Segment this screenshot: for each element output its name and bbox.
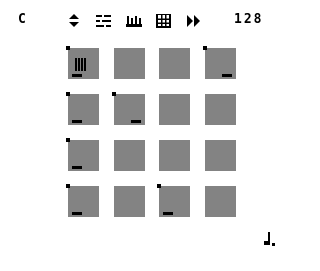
note-label[interactable]: C bbox=[18, 13, 27, 26]
piano-keys-icon[interactable] bbox=[126, 14, 142, 28]
pad-level-bar bbox=[72, 212, 82, 215]
pad[interactable] bbox=[205, 94, 236, 125]
pad[interactable] bbox=[159, 94, 190, 125]
pad[interactable] bbox=[157, 184, 190, 217]
pad[interactable] bbox=[203, 46, 236, 79]
pad-active-marker bbox=[66, 46, 70, 50]
fast-forward-icon[interactable] bbox=[186, 14, 202, 28]
pad[interactable] bbox=[114, 140, 145, 171]
grid-icon[interactable] bbox=[156, 14, 172, 28]
pad[interactable] bbox=[159, 140, 190, 171]
pad-active-marker bbox=[66, 92, 70, 96]
pad-active-marker bbox=[66, 138, 70, 142]
pad-active-marker bbox=[112, 92, 116, 96]
pad-active-marker bbox=[203, 46, 207, 50]
sequence-icon[interactable] bbox=[96, 14, 112, 28]
pad[interactable] bbox=[66, 92, 99, 125]
pad-level-bar bbox=[72, 166, 82, 169]
pad[interactable] bbox=[205, 140, 236, 171]
pad-level-bar bbox=[131, 120, 141, 123]
pad[interactable] bbox=[114, 48, 145, 79]
sort-arrows-icon[interactable] bbox=[66, 14, 82, 28]
pad-active-marker bbox=[66, 184, 70, 188]
pad[interactable] bbox=[66, 46, 99, 79]
pad-level-bar bbox=[72, 74, 82, 77]
tempo-display[interactable]: 128 bbox=[234, 13, 263, 26]
pad[interactable] bbox=[112, 92, 145, 125]
pad[interactable] bbox=[66, 138, 99, 171]
pad-sequencer-screen: C 128 bbox=[0, 0, 300, 271]
pad-level-bar bbox=[72, 120, 82, 123]
pad[interactable] bbox=[66, 184, 99, 217]
pad-level-bar bbox=[163, 212, 173, 215]
music-note-icon[interactable] bbox=[263, 231, 277, 247]
pad[interactable] bbox=[205, 186, 236, 217]
pad[interactable] bbox=[159, 48, 190, 79]
waveform-icon bbox=[75, 58, 86, 71]
pad-level-bar bbox=[222, 74, 232, 77]
pad[interactable] bbox=[114, 186, 145, 217]
pad-active-marker bbox=[157, 184, 161, 188]
